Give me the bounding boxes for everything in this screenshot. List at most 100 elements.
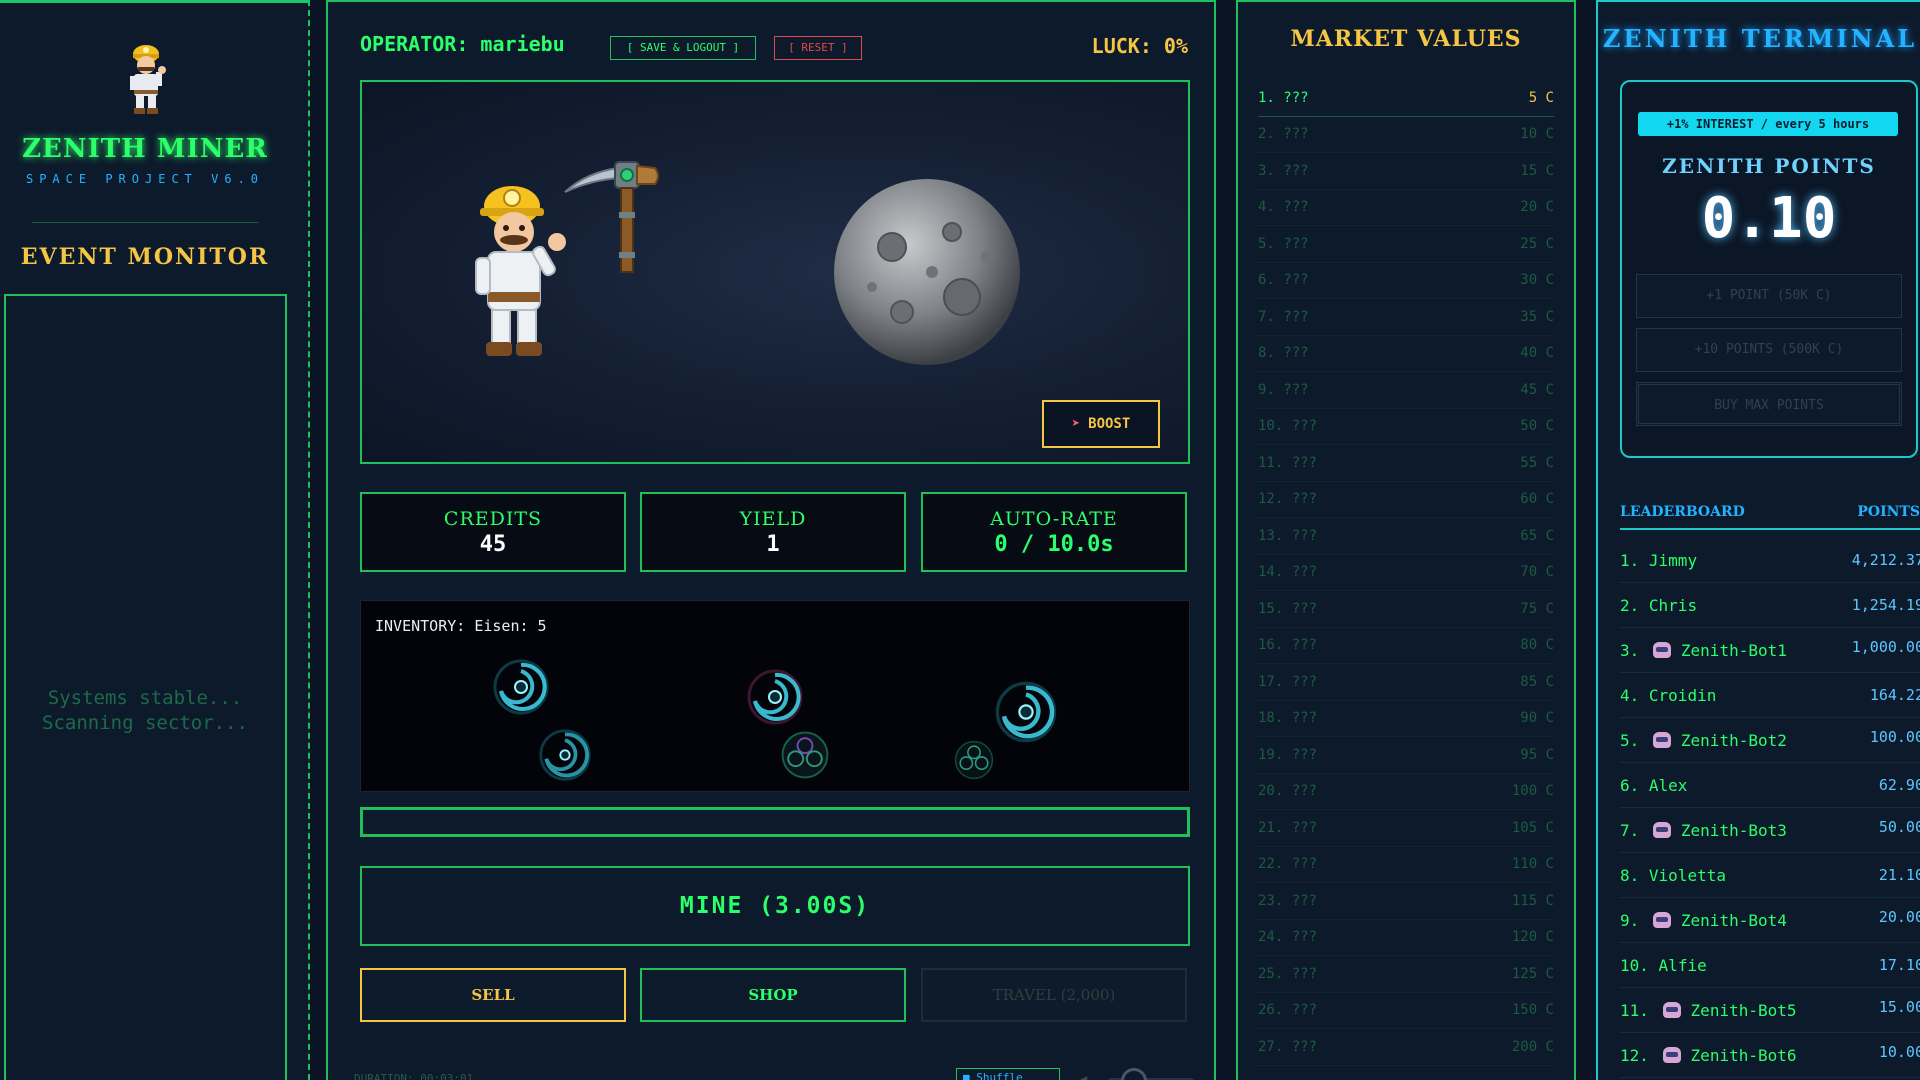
market-row: 9. ??? 45 C: [1258, 372, 1554, 409]
market-row: 23. ??? 115 C: [1258, 883, 1554, 920]
volume-icon: ◀: [1080, 1072, 1088, 1080]
sell-button[interactable]: SELL: [360, 968, 626, 1022]
market-item-name: 12. ???: [1258, 491, 1318, 508]
game-subtitle: SPACE PROJECT V6.0: [25, 172, 265, 186]
leaderboard-points-header: POINTS: [1857, 504, 1920, 520]
market-item-price: 50 C: [1520, 418, 1554, 435]
leaderboard-row: 10. Alfie 17.10: [1620, 943, 1920, 988]
boost-button[interactable]: ➤ BOOST: [1042, 400, 1160, 448]
market-row: 7. ??? 35 C: [1258, 299, 1554, 336]
market-row: 2. ??? 10 C: [1258, 117, 1554, 153]
market-item-name: 5. ???: [1258, 235, 1309, 252]
market-item-price: 15 C: [1520, 162, 1554, 179]
leaderboard-row: 6. Alex 62.90: [1620, 763, 1920, 808]
leaderboard-name: Jimmy: [1648, 550, 1698, 570]
leaderboard-row: 5. Zenith-Bot2 100.00: [1620, 718, 1920, 763]
market-item-name: 2. ???: [1258, 126, 1309, 143]
vortex-icon: [747, 669, 803, 725]
market-row: 21. ??? 105 C: [1258, 810, 1554, 847]
leaderboard-entry: 9. Zenith-Bot4: [1620, 911, 1787, 930]
mining-progress-bar: [360, 807, 1190, 837]
market-row: 6. ??? 30 C: [1258, 263, 1554, 299]
market-row: 20. ??? 100 C: [1258, 774, 1554, 810]
market-item-price: 115 C: [1511, 892, 1554, 909]
event-monitor-message: Systems stable... Scanning sector...: [0, 686, 290, 736]
yield-value: 1: [766, 532, 780, 557]
market-item-name: 20. ???: [1258, 783, 1318, 800]
leaderboard-rank: 9.: [1620, 910, 1640, 930]
market-item-name: 16. ???: [1258, 637, 1318, 654]
auto-rate-stat: AUTO-RATE 0 / 10.0s: [921, 492, 1187, 572]
leaderboard-row: 1. Jimmy 4,212.37: [1620, 538, 1920, 583]
leaderboard-name: Zenith-Bot5: [1690, 1000, 1797, 1020]
shuffle-label: Shuffle: [976, 1071, 1023, 1080]
terminal-title: ZENITH TERMINAL: [1602, 24, 1918, 53]
leaderboard-name: Zenith-Bot3: [1680, 820, 1787, 840]
operator-name: OPERATOR: mariebu: [360, 32, 565, 56]
market-row: 26. ??? 150 C: [1258, 993, 1554, 1029]
leaderboard-row: 9. Zenith-Bot4 20.00: [1620, 898, 1920, 943]
leaderboard-name: Chris: [1648, 595, 1698, 615]
leaderboard-title: LEADERBOARD: [1620, 504, 1745, 520]
buy-one-point-button[interactable]: +1 POINT (50K C): [1636, 274, 1902, 318]
zenith-points-title: ZENITH POINTS: [1662, 154, 1876, 178]
leaderboard-header: LEADERBOARD POINTS: [1620, 504, 1920, 530]
inventory-text: INVENTORY: Eisen: 5: [375, 617, 547, 635]
leaderboard-entry: 10. Alfie: [1620, 956, 1707, 975]
leaderboard-row: 2. Chris 1,254.19: [1620, 583, 1920, 628]
save-logout-button[interactable]: [ SAVE & LOGOUT ]: [610, 36, 756, 60]
event-line: Scanning sector...: [42, 712, 248, 734]
auto-rate-label: AUTO-RATE: [990, 508, 1118, 530]
left-panel: ZENITH MINER SPACE PROJECT V6.0 EVENT MO…: [0, 0, 310, 1080]
leaderboard-row: 4. Croidin 164.22: [1620, 673, 1920, 718]
buy-max-points-button[interactable]: BUY MAX POINTS: [1636, 382, 1902, 426]
reset-button[interactable]: [ RESET ]: [774, 36, 862, 60]
leaderboard-rank: 6.: [1620, 775, 1640, 795]
shuffle-checkbox[interactable]: ■ Shuffle: [956, 1068, 1060, 1080]
market-item-price: 90 C: [1520, 710, 1554, 727]
shop-button[interactable]: SHOP: [640, 968, 906, 1022]
market-item-price: 70 C: [1520, 564, 1554, 581]
center-panel: OPERATOR: mariebu [ SAVE & LOGOUT ] [ RE…: [326, 0, 1216, 1080]
market-row: 8. ??? 40 C: [1258, 336, 1554, 372]
market-item-name: 14. ???: [1258, 564, 1318, 581]
travel-button[interactable]: TRAVEL (2,000): [921, 968, 1187, 1022]
robot-icon: [1652, 641, 1671, 658]
market-row: 11. ??? 55 C: [1258, 445, 1554, 482]
miner-avatar-icon: [130, 45, 166, 114]
credits-value: 45: [479, 532, 507, 557]
market-item-price: 200 C: [1511, 1038, 1554, 1055]
market-row: 19. ??? 95 C: [1258, 737, 1554, 774]
leaderboard-row: 12. Zenith-Bot6 10.00: [1620, 1033, 1920, 1078]
leaderboard-points: 1,000.00: [1851, 638, 1920, 656]
volume-slider-knob[interactable]: [1121, 1068, 1147, 1080]
yield-stat: YIELD 1: [640, 492, 906, 572]
market-item-name: 3. ???: [1258, 162, 1309, 179]
market-item-price: 95 C: [1520, 746, 1554, 763]
robot-icon: [1652, 731, 1671, 748]
event-monitor-title: EVENT MONITOR: [20, 244, 270, 270]
market-item-name: 21. ???: [1258, 819, 1318, 836]
leaderboard-rank: 2.: [1620, 595, 1640, 615]
asteroid-icon[interactable]: [832, 177, 1022, 367]
mining-scene: ➤ BOOST: [360, 80, 1190, 464]
market-item-name: 18. ???: [1258, 710, 1318, 727]
mine-button[interactable]: MINE (3.00S): [360, 866, 1190, 946]
leaderboard-rank: 1.: [1620, 550, 1640, 570]
market-item-price: 40 C: [1520, 345, 1554, 362]
robot-icon: [1662, 1001, 1681, 1018]
leaderboard-row: 7. Zenith-Bot3 50.00: [1620, 808, 1920, 853]
market-panel: MARKET VALUES 1. ??? 5 C 2. ??? 10 C 3. ??? 1…: [1236, 0, 1576, 1080]
market-item-name: 26. ???: [1258, 1002, 1318, 1019]
leaderboard-name: Croidin: [1648, 685, 1717, 705]
leaderboard-name: Alfie: [1658, 955, 1707, 975]
market-item-price: 30 C: [1520, 272, 1554, 289]
leaderboard-row: 11. Zenith-Bot5 15.00: [1620, 988, 1920, 1033]
terminal-panel: ZENITH TERMINAL +1% INTEREST / every 5 h…: [1596, 0, 1920, 1080]
market-item-name: 25. ???: [1258, 965, 1318, 982]
market-item-price: 150 C: [1511, 1002, 1554, 1019]
buy-ten-points-button[interactable]: +10 POINTS (500K C): [1636, 328, 1902, 372]
market-item-name: 27. ???: [1258, 1038, 1318, 1055]
market-row: 22. ??? 110 C: [1258, 847, 1554, 883]
market-item-price: 120 C: [1511, 929, 1554, 946]
